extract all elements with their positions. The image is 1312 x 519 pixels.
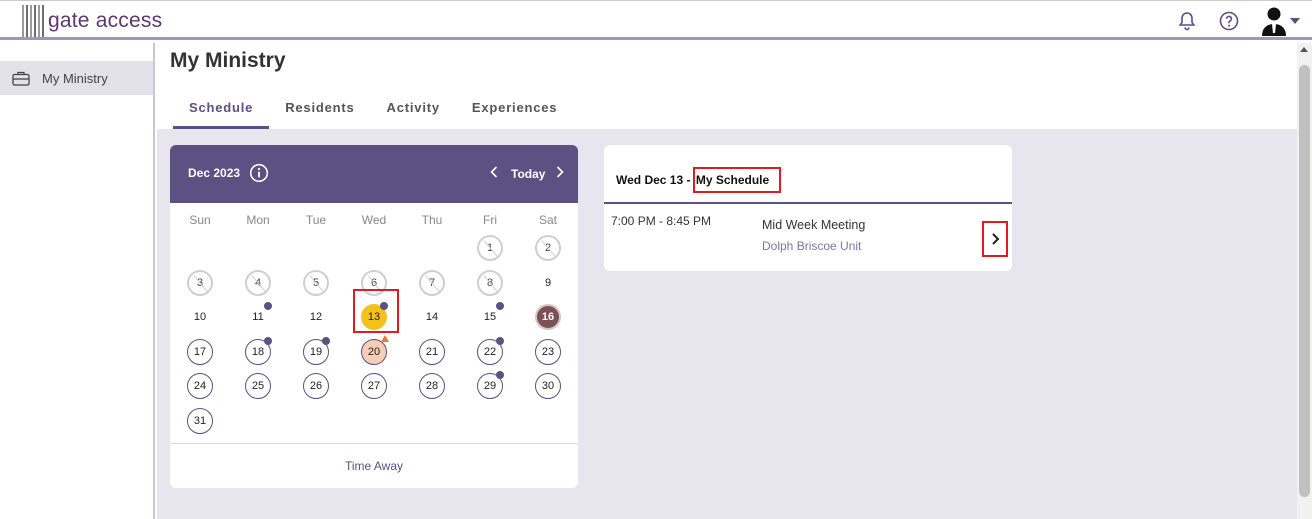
calendar-day-8[interactable]: 8 xyxy=(477,269,503,296)
event-indicator-dot xyxy=(496,371,504,379)
info-icon[interactable] xyxy=(249,163,269,188)
schedule-date: Wed Dec 13 - xyxy=(616,173,691,187)
event-indicator-dot xyxy=(322,336,330,345)
weekday-label: Sun xyxy=(189,213,211,227)
sidebar: My Ministry xyxy=(0,43,155,519)
weekday-label: Thu xyxy=(421,213,443,227)
tab-schedule[interactable]: Schedule xyxy=(173,98,270,129)
bell-icon[interactable] xyxy=(1176,10,1198,32)
tab-bar: Schedule Residents Activity Experiences xyxy=(173,98,573,129)
help-icon[interactable] xyxy=(1218,10,1240,32)
time-away-link[interactable]: Time Away xyxy=(170,443,578,488)
event-time: 7:00 PM - 8:45 PM xyxy=(611,214,712,228)
sidebar-item-my-ministry[interactable]: My Ministry xyxy=(0,61,153,95)
calendar-day-20[interactable]: 20 xyxy=(361,338,387,365)
main-content: My Ministry Schedule Residents Activity … xyxy=(157,43,1297,519)
prev-month-button[interactable] xyxy=(490,165,498,184)
weekday-label: Fri xyxy=(483,213,497,227)
calendar-day-26[interactable]: 26 xyxy=(303,373,329,399)
calendar-day-7[interactable]: 7 xyxy=(419,269,445,296)
calendar-day-5[interactable]: 5 xyxy=(303,269,329,296)
weekday-label: Wed xyxy=(361,213,387,227)
holiday-flag-icon xyxy=(381,334,389,342)
calendar-day-23[interactable]: 23 xyxy=(535,338,561,365)
chevron-right-icon xyxy=(991,233,999,245)
calendar-header: Dec 2023 Today xyxy=(170,145,578,203)
calendar-day-2[interactable]: 2 xyxy=(535,235,561,261)
weekday-label: Sat xyxy=(538,213,557,227)
weekday-label: Tue xyxy=(305,213,327,227)
top-bar: gate access xyxy=(0,0,1312,40)
event-details-button[interactable] xyxy=(982,221,1008,257)
calendar-day-17[interactable]: 17 xyxy=(187,338,213,365)
weekday-label: Mon xyxy=(246,213,270,227)
calendar-day-9[interactable]: 9 xyxy=(535,270,561,296)
scrollbar[interactable] xyxy=(1297,43,1312,519)
tab-activity[interactable]: Activity xyxy=(371,98,456,129)
calendar-day-27[interactable]: 27 xyxy=(361,373,387,399)
calendar-day-12[interactable]: 12 xyxy=(303,304,329,330)
event-indicator-dot xyxy=(264,302,272,310)
tab-residents[interactable]: Residents xyxy=(269,98,370,129)
next-month-button[interactable] xyxy=(556,165,564,184)
sidebar-item-label: My Ministry xyxy=(42,70,108,86)
page-header: My Ministry Schedule Residents Activity … xyxy=(157,43,1297,129)
tab-experiences[interactable]: Experiences xyxy=(456,98,573,129)
calendar-day-1[interactable]: 1 xyxy=(477,235,503,261)
schedule-header: Wed Dec 13 - My Schedule xyxy=(604,145,1012,204)
event-indicator-dot xyxy=(496,336,504,345)
calendar-day-4[interactable]: 4 xyxy=(245,269,271,296)
chevron-down-icon xyxy=(1290,18,1300,24)
calendar-card: Dec 2023 Today Sun Mon Tue Wed Thu Fri Sat 123… xyxy=(170,145,578,488)
calendar-day-24[interactable]: 24 xyxy=(187,373,213,399)
app-logo[interactable]: gate access xyxy=(22,5,162,37)
schedule-card: Wed Dec 13 - My Schedule 7:00 PM - 8:45 … xyxy=(604,145,1012,271)
logo-mark xyxy=(22,5,44,37)
page-title: My Ministry xyxy=(170,49,286,72)
chevron-right-icon xyxy=(556,166,564,178)
logo-text: gate access xyxy=(48,9,163,32)
event-indicator-dot xyxy=(264,336,272,345)
today-button[interactable]: Today xyxy=(511,167,545,181)
scroll-up-arrow[interactable] xyxy=(1300,47,1308,52)
my-schedule-label: My Schedule xyxy=(692,167,782,193)
calendar-day-31[interactable]: 31 xyxy=(187,407,213,434)
calendar-day-25[interactable]: 25 xyxy=(245,373,271,399)
event-location: Dolph Briscoe Unit xyxy=(762,239,862,253)
event-name[interactable]: Mid Week Meeting xyxy=(762,218,865,232)
calendar-day-10[interactable]: 10 xyxy=(187,304,213,330)
event-indicator-dot xyxy=(496,302,504,310)
scroll-thumb[interactable] xyxy=(1299,65,1310,497)
briefcase-icon xyxy=(12,71,30,86)
calendar-month: Dec 2023 xyxy=(188,166,241,180)
calendar-day-30[interactable]: 30 xyxy=(535,373,561,399)
avatar xyxy=(1262,7,1286,36)
calendar-day-14[interactable]: 14 xyxy=(419,304,445,330)
calendar-day-16[interactable]: 16 xyxy=(535,304,561,330)
selected-day-highlight xyxy=(353,289,399,333)
schedule-title: Wed Dec 13 - My Schedule xyxy=(616,167,782,193)
calendar-day-21[interactable]: 21 xyxy=(419,338,445,365)
calendar-day-3[interactable]: 3 xyxy=(187,269,213,296)
user-menu[interactable] xyxy=(1260,6,1300,36)
calendar-day-28[interactable]: 28 xyxy=(419,373,445,399)
chevron-left-icon xyxy=(490,166,498,178)
